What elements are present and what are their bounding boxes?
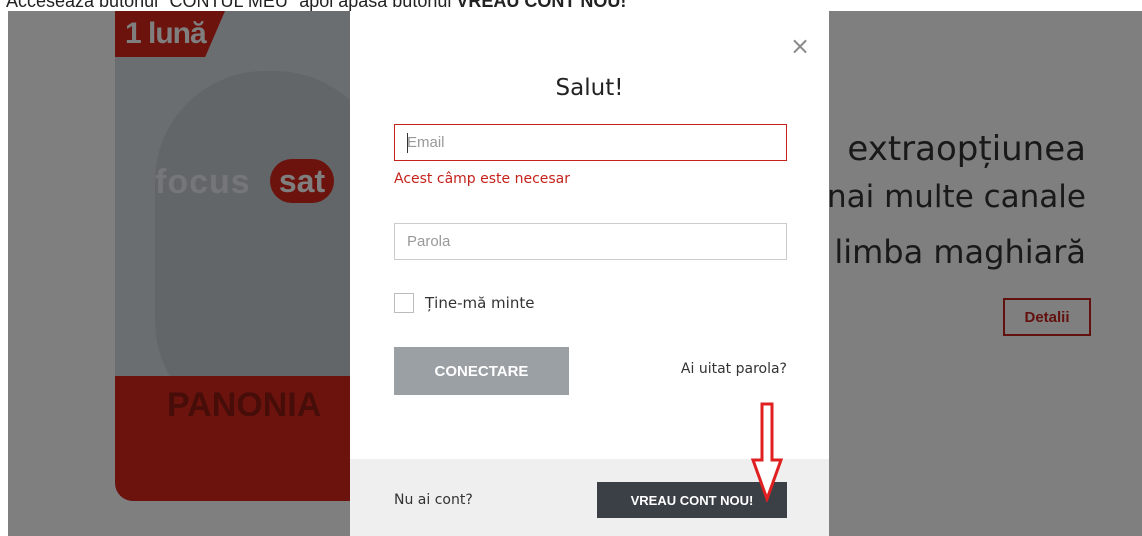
remember-me-option[interactable]: Ține-mă minte: [394, 293, 534, 313]
email-error-message: Acest câmp este necesar: [394, 171, 571, 187]
arrow-down-icon: [750, 402, 784, 502]
remember-me-label[interactable]: Ține-mă minte: [425, 294, 534, 312]
no-account-text: Nu ai cont?: [394, 492, 473, 508]
instruction-text-start: Accesează butonul "CONTUL MEU" apoi apas…: [6, 0, 457, 11]
instruction-text-bold: VREAU CONT NOU!: [456, 0, 627, 11]
close-icon[interactable]: ×: [789, 33, 811, 59]
text-caret: [407, 133, 408, 153]
modal-title: Salut!: [555, 75, 624, 101]
password-field[interactable]: [394, 223, 787, 260]
connect-button[interactable]: CONECTARE: [394, 347, 569, 395]
instruction-text: Accesează butonul "CONTUL MEU" apoi apas…: [6, 0, 1142, 11]
email-field[interactable]: [394, 124, 787, 161]
forgot-password-link[interactable]: Ai uitat parola?: [681, 361, 787, 377]
remember-me-checkbox[interactable]: [394, 293, 414, 313]
